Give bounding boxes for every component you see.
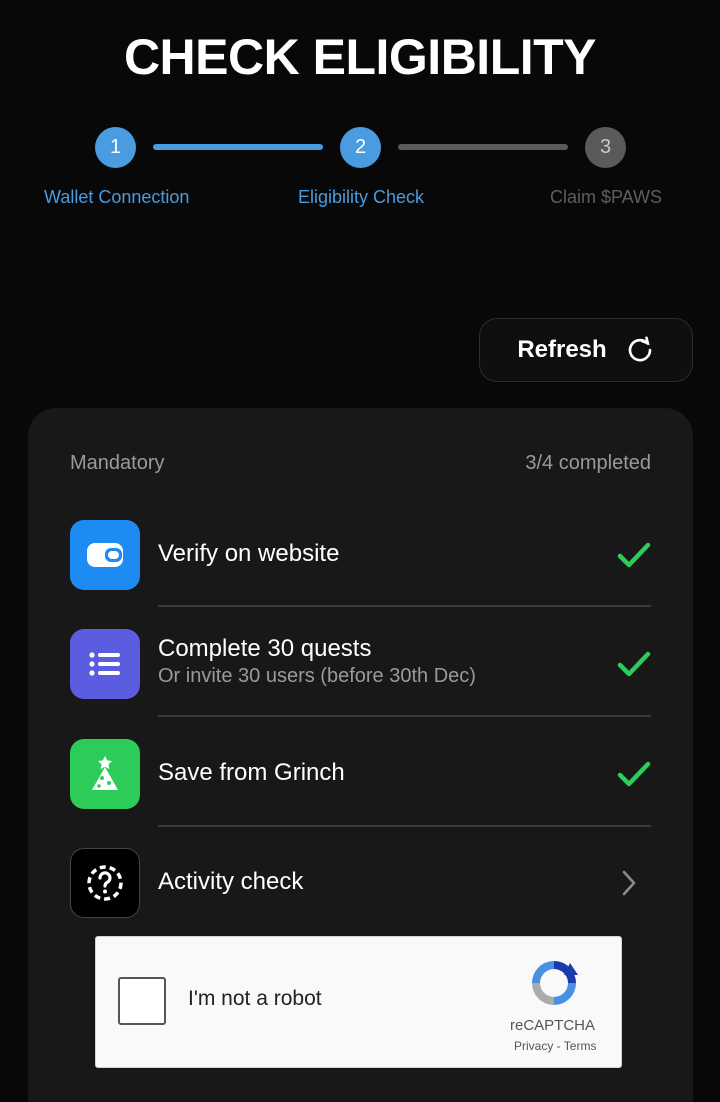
step-3-label: Claim $PAWS: [550, 187, 663, 207]
task-subtitle: Or invite 30 users (before 30th Dec): [158, 665, 476, 687]
wallet-icon: [70, 520, 140, 590]
task-verify-website[interactable]: Verify on website: [70, 520, 651, 630]
step-1-number: 1: [109, 136, 122, 158]
eligibility-card: Mandatory 3/4 completed Verify on websit…: [28, 408, 693, 1102]
task-save-grinch[interactable]: Save from Grinch: [70, 739, 651, 849]
check-icon: [617, 651, 651, 677]
recaptcha-brand: reCAPTCHA: [510, 1017, 596, 1034]
task-title: Save from Grinch: [158, 759, 345, 786]
task-title: Activity check: [158, 868, 304, 895]
task-title: Complete 30 quests: [158, 635, 372, 662]
refresh-icon: [628, 336, 651, 362]
refresh-label: Refresh: [517, 336, 607, 363]
step-2-circle: 2: [340, 127, 381, 168]
recaptcha-checkbox[interactable]: [118, 977, 166, 1025]
refresh-button[interactable]: Refresh: [479, 318, 693, 382]
recaptcha-logo-icon: [532, 961, 578, 1005]
check-icon: [617, 761, 651, 787]
step-1-label: Wallet Connection: [44, 187, 190, 207]
task-title: Verify on website: [158, 540, 340, 567]
step-1-circle: 1: [95, 127, 136, 168]
recaptcha-label: I'm not a robot: [188, 987, 322, 1010]
step-1-connector: [153, 144, 323, 150]
progress-count: 3/4 completed: [525, 452, 651, 474]
recaptcha-widget: I'm not a robot reCAPTCHA Privacy - Term…: [95, 936, 622, 1068]
divider: [158, 605, 651, 607]
terms-link[interactable]: Terms: [564, 1039, 597, 1053]
christmas-tree-icon: [70, 739, 140, 809]
stepper: 1 2 3 Wallet Connection Eligibility Chec…: [0, 127, 720, 217]
divider: [158, 715, 651, 717]
step-3-circle: 3: [585, 127, 626, 168]
privacy-link[interactable]: Privacy: [514, 1039, 553, 1053]
list-icon: [70, 629, 140, 699]
check-icon: [617, 542, 651, 568]
chevron-right-icon[interactable]: [621, 869, 637, 897]
section-label: Mandatory: [70, 452, 165, 474]
step-2-label: Eligibility Check: [298, 187, 425, 207]
step-2-number: 2: [354, 136, 367, 158]
page-title: CHECK ELIGIBILITY: [123, 29, 597, 85]
link-separator: -: [553, 1039, 564, 1053]
step-3-number: 3: [599, 136, 612, 158]
divider: [158, 825, 651, 827]
task-complete-quests[interactable]: Complete 30 quests Or invite 30 users (b…: [70, 629, 651, 739]
card-header: Mandatory 3/4 completed: [70, 452, 651, 475]
recaptcha-links: Privacy - Terms: [514, 1039, 596, 1053]
step-2-connector: [398, 144, 568, 150]
question-icon: [70, 848, 140, 918]
